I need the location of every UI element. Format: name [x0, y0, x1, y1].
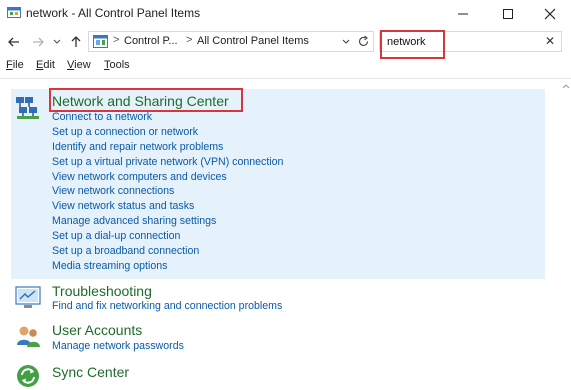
forward-arrow-icon	[33, 37, 44, 47]
search-highlight-frame	[380, 30, 445, 59]
user-accounts-title[interactable]: User Accounts	[52, 322, 142, 338]
control-panel-icon	[7, 7, 21, 18]
close-button[interactable]	[530, 0, 570, 28]
close-icon	[544, 8, 556, 20]
troubleshooting-icon	[15, 286, 41, 308]
troubleshooting-title[interactable]: Troubleshooting	[52, 283, 152, 299]
back-arrow-icon	[8, 37, 19, 47]
chevron-down-icon	[53, 39, 61, 44]
task-link[interactable]: View network status and tasks	[52, 200, 194, 212]
minimize-button[interactable]	[443, 0, 483, 28]
recent-locations-button[interactable]	[50, 32, 64, 52]
breadcrumb-control-panel[interactable]: Control P...	[124, 35, 178, 47]
maximize-button[interactable]	[488, 0, 528, 28]
up-arrow-icon	[71, 36, 81, 47]
back-button[interactable]	[4, 32, 24, 52]
breadcrumb-all-items[interactable]: All Control Panel Items	[197, 35, 309, 47]
task-link[interactable]: Set up a broadband connection	[52, 245, 199, 257]
menu-view-label: iew	[74, 59, 91, 71]
task-link[interactable]: View network connections	[52, 185, 174, 197]
menu-file[interactable]: File	[6, 59, 24, 71]
menu-view[interactable]: View	[67, 59, 91, 71]
task-link[interactable]: Manage network passwords	[52, 340, 184, 352]
title-bar: network - All Control Panel Items	[0, 0, 571, 28]
task-link[interactable]: Set up a connection or network	[52, 126, 198, 138]
task-link[interactable]: Identify and repair network problems	[52, 141, 223, 153]
result-troubleshooting: Troubleshooting Find and fix networking …	[11, 281, 545, 315]
up-button[interactable]	[66, 32, 86, 52]
result-user-accounts: User Accounts Manage network passwords	[11, 322, 545, 356]
menu-tools[interactable]: Tools	[104, 59, 130, 71]
result-sync-center: Sync Center	[11, 362, 545, 390]
sync-center-icon	[17, 365, 39, 387]
menu-edit[interactable]: Edit	[36, 59, 55, 71]
address-box[interactable]: > Control P... > All Control Panel Items	[88, 31, 374, 52]
control-panel-icon	[93, 35, 108, 48]
task-link[interactable]: Connect to a network	[52, 111, 152, 123]
navigation-bar: > Control P... > All Control Panel Items…	[0, 28, 571, 59]
clear-search-icon[interactable]: ✕	[545, 34, 555, 48]
user-accounts-icon	[17, 326, 40, 347]
sync-center-title[interactable]: Sync Center	[52, 364, 129, 380]
title-highlight-frame	[49, 88, 243, 112]
task-link[interactable]: View network computers and devices	[52, 171, 227, 183]
menu-edit-label: dit	[43, 59, 55, 71]
window-title: network - All Control Panel Items	[26, 6, 201, 20]
menu-file-label: ile	[12, 59, 24, 71]
menu-file-accesskey: F	[6, 59, 13, 71]
menu-bar: File Edit View Tools	[0, 57, 571, 75]
result-network-sharing-center: Network and Sharing Center Connect to a …	[11, 89, 545, 279]
task-link[interactable]: Media streaming options	[52, 260, 167, 272]
scroll-up-icon[interactable]	[561, 82, 571, 92]
maximize-icon	[503, 9, 513, 19]
breadcrumb-separator: >	[113, 34, 120, 46]
breadcrumb-separator: >	[186, 34, 193, 46]
task-link[interactable]: Set up a virtual private network (VPN) c…	[52, 156, 283, 168]
task-link[interactable]: Manage advanced sharing settings	[52, 215, 216, 227]
menu-divider	[0, 78, 571, 79]
refresh-icon[interactable]	[357, 35, 370, 48]
forward-button[interactable]	[28, 32, 48, 52]
minimize-icon	[458, 13, 468, 15]
network-sharing-icon	[16, 97, 39, 119]
menu-tools-label: ools	[109, 59, 130, 71]
vertical-scrollbar[interactable]	[561, 82, 571, 390]
address-dropdown-icon[interactable]	[341, 37, 351, 47]
task-link[interactable]: Set up a dial-up connection	[52, 230, 180, 242]
task-link[interactable]: Find and fix networking and connection p…	[52, 300, 282, 312]
